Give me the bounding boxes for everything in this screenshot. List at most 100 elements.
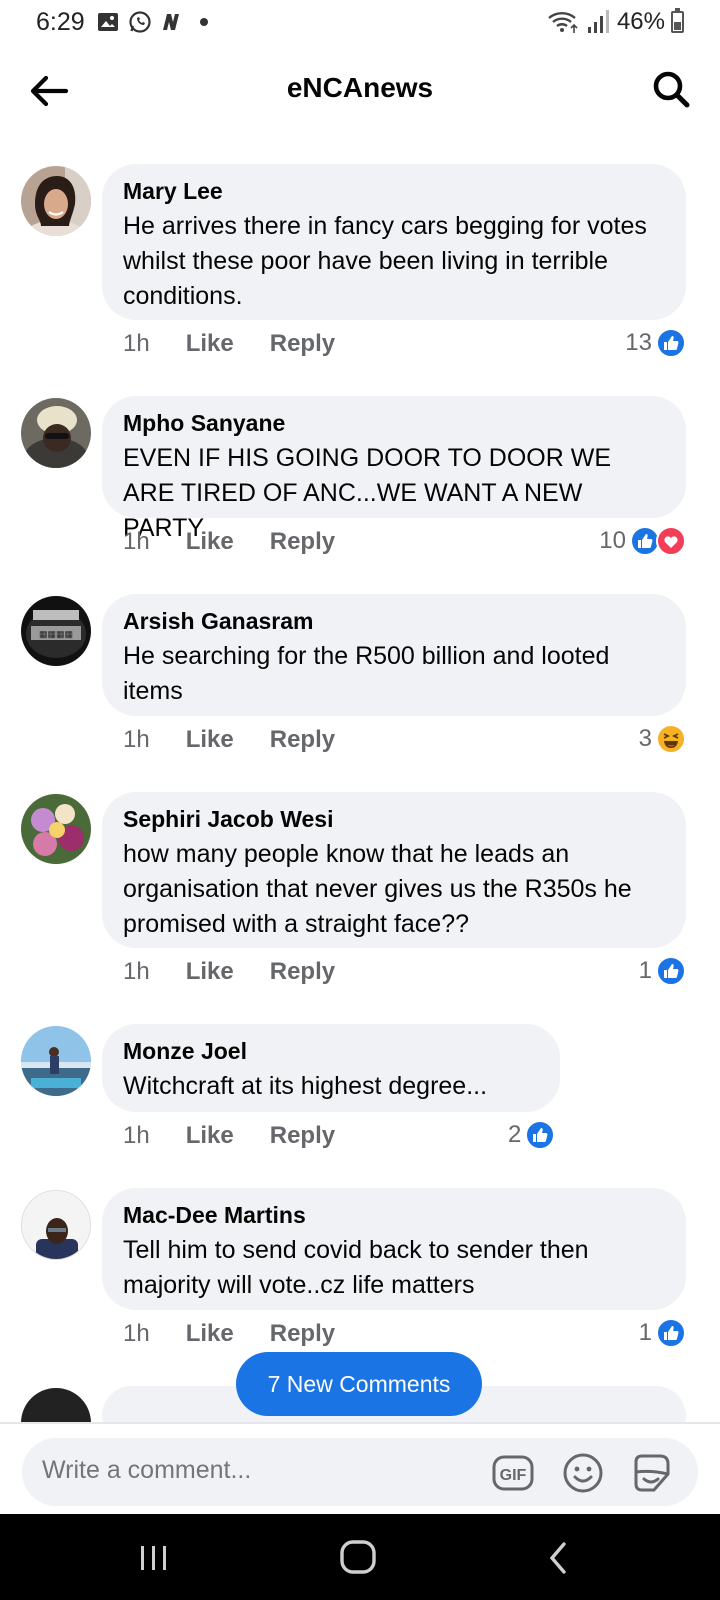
like-button[interactable]: Like [186, 1320, 234, 1348]
like-button[interactable]: Like [186, 330, 234, 358]
reply-button[interactable]: Reply [270, 330, 335, 358]
comment-time: 1h [123, 726, 150, 753]
avatar[interactable] [21, 1026, 91, 1096]
battery-icon [671, 8, 684, 33]
gallery-icon [98, 13, 118, 31]
love-reaction-icon [656, 526, 686, 556]
comment-item: Mary Lee He arrives there in fancy cars … [0, 150, 720, 382]
comment-actions: 1h Like Reply [123, 958, 335, 986]
avatar[interactable]: ▦▦▦▦ [21, 596, 91, 666]
app-header: eNCAnews [0, 46, 720, 136]
comment-time: 1h [123, 330, 150, 357]
svg-text:GIF: GIF [500, 1467, 527, 1484]
comment-time: 1h [123, 1122, 150, 1149]
comment-input-box[interactable]: GIF [22, 1438, 698, 1506]
search-icon[interactable] [648, 66, 694, 112]
avatar[interactable] [21, 398, 91, 468]
page-title: eNCAnews [286, 72, 434, 103]
reaction-summary[interactable]: 13 [625, 328, 686, 358]
reaction-count: 2 [508, 1121, 522, 1148]
comment-item: Mac-Dee Martins Tell him to send covid b… [0, 1174, 720, 1372]
reply-button[interactable]: Reply [270, 958, 335, 986]
comment-actions: 1h Like Reply [123, 726, 335, 754]
like-button[interactable]: Like [186, 528, 234, 556]
news-app-icon [163, 14, 179, 30]
like-button[interactable]: Like [186, 958, 234, 986]
haha-reaction-icon [656, 724, 686, 754]
comment-author[interactable]: Mac-Dee Martins [123, 1201, 666, 1229]
reaction-count: 10 [599, 527, 626, 554]
reaction-count: 13 [625, 329, 652, 356]
avatar[interactable] [21, 166, 91, 236]
comment-actions: 1h Like Reply [123, 1320, 335, 1348]
comment-actions: 1h Like Reply [123, 330, 335, 358]
wifi-icon [548, 12, 578, 33]
more-notifications-dot [200, 18, 208, 26]
comment-input[interactable] [42, 1456, 462, 1485]
comment-author[interactable]: Mary Lee [123, 177, 666, 205]
sticker-icon[interactable] [630, 1452, 672, 1494]
recent-apps-icon[interactable] [130, 1536, 178, 1580]
comment-actions: 1h Like Reply [123, 528, 335, 556]
comment-text: He arrives there in fancy cars begging f… [123, 212, 647, 310]
comment-item: Monze Joel Witchcraft at its highest deg… [0, 1010, 720, 1174]
comment-bubble[interactable]: Mpho Sanyane EVEN IF HIS GOING DOOR TO D… [102, 396, 686, 542]
whatsapp-icon [129, 11, 151, 33]
reply-button[interactable]: Reply [270, 726, 335, 754]
comment-composer: GIF [0, 1422, 720, 1514]
signal-icon [587, 10, 609, 33]
notification-icons [96, 10, 208, 34]
comment-item: Mpho Sanyane EVEN IF HIS GOING DOOR TO D… [0, 382, 720, 580]
avatar[interactable] [21, 794, 91, 864]
like-reaction-icon [656, 1318, 686, 1348]
comment-time: 1h [123, 528, 150, 555]
comment-author[interactable]: Monze Joel [123, 1037, 540, 1065]
comment-text: Tell him to send covid back to sender th… [123, 1236, 589, 1299]
home-icon[interactable] [334, 1536, 382, 1580]
like-reaction-icon [656, 956, 686, 986]
status-right: 46% [547, 8, 684, 36]
comment-author[interactable]: Mpho Sanyane [123, 409, 666, 437]
comment-text: how many people know that he leads an or… [123, 840, 632, 938]
avatar[interactable] [21, 1190, 91, 1260]
back-nav-icon[interactable] [534, 1536, 582, 1580]
comments-feed[interactable]: Mary Lee He arrives there in fancy cars … [0, 150, 720, 1422]
reaction-count: 1 [638, 1319, 652, 1346]
reaction-summary[interactable]: 1 [639, 1318, 686, 1348]
comment-author[interactable]: Arsish Ganasram [123, 607, 666, 635]
system-navigation-bar [0, 1514, 720, 1600]
comment-bubble[interactable]: Arsish Ganasram He searching for the R50… [102, 594, 686, 716]
reply-button[interactable]: Reply [270, 1122, 335, 1150]
reaction-count: 3 [638, 725, 652, 752]
status-time: 6:29 [36, 8, 85, 36]
comment-bubble[interactable]: Monze Joel Witchcraft at its highest deg… [102, 1024, 560, 1112]
reaction-summary[interactable]: 3 [639, 724, 686, 754]
new-comments-button[interactable]: 7 New Comments [236, 1352, 482, 1416]
like-reaction-icon [656, 328, 686, 358]
battery-percent: 46% [616, 8, 665, 35]
reaction-summary[interactable]: 1 [639, 956, 686, 986]
reply-button[interactable]: Reply [270, 528, 335, 556]
comment-bubble[interactable]: Mary Lee He arrives there in fancy cars … [102, 164, 686, 320]
reaction-summary[interactable]: 10 [599, 526, 686, 556]
svg-text:▦▦▦▦: ▦▦▦▦ [39, 629, 73, 639]
like-reaction-icon [525, 1120, 556, 1150]
comment-bubble[interactable]: Mac-Dee Martins Tell him to send covid b… [102, 1188, 686, 1310]
reaction-summary[interactable]: 2 [508, 1120, 556, 1150]
battery-fill [674, 21, 681, 30]
reply-button[interactable]: Reply [270, 1320, 335, 1348]
status-bar: 6:29 46% [0, 0, 720, 46]
comment-bubble[interactable]: Sephiri Jacob Wesi how many people know … [102, 792, 686, 948]
comment-item: Sephiri Jacob Wesi how many people know … [0, 778, 720, 1010]
comment-text: He searching for the R500 billion and lo… [123, 642, 610, 705]
like-button[interactable]: Like [186, 1122, 234, 1150]
comment-actions: 1h Like Reply [123, 1122, 335, 1150]
emoji-icon[interactable] [562, 1452, 604, 1494]
comment-author[interactable]: Sephiri Jacob Wesi [123, 805, 666, 833]
like-button[interactable]: Like [186, 726, 234, 754]
gif-icon[interactable]: GIF [492, 1452, 534, 1494]
comment-time: 1h [123, 1320, 150, 1347]
avatar[interactable] [21, 1388, 91, 1422]
comment-text: Witchcraft at its highest degree... [123, 1072, 488, 1100]
comment-item: ▦▦▦▦ Arsish Ganasram He searching for th… [0, 580, 720, 778]
